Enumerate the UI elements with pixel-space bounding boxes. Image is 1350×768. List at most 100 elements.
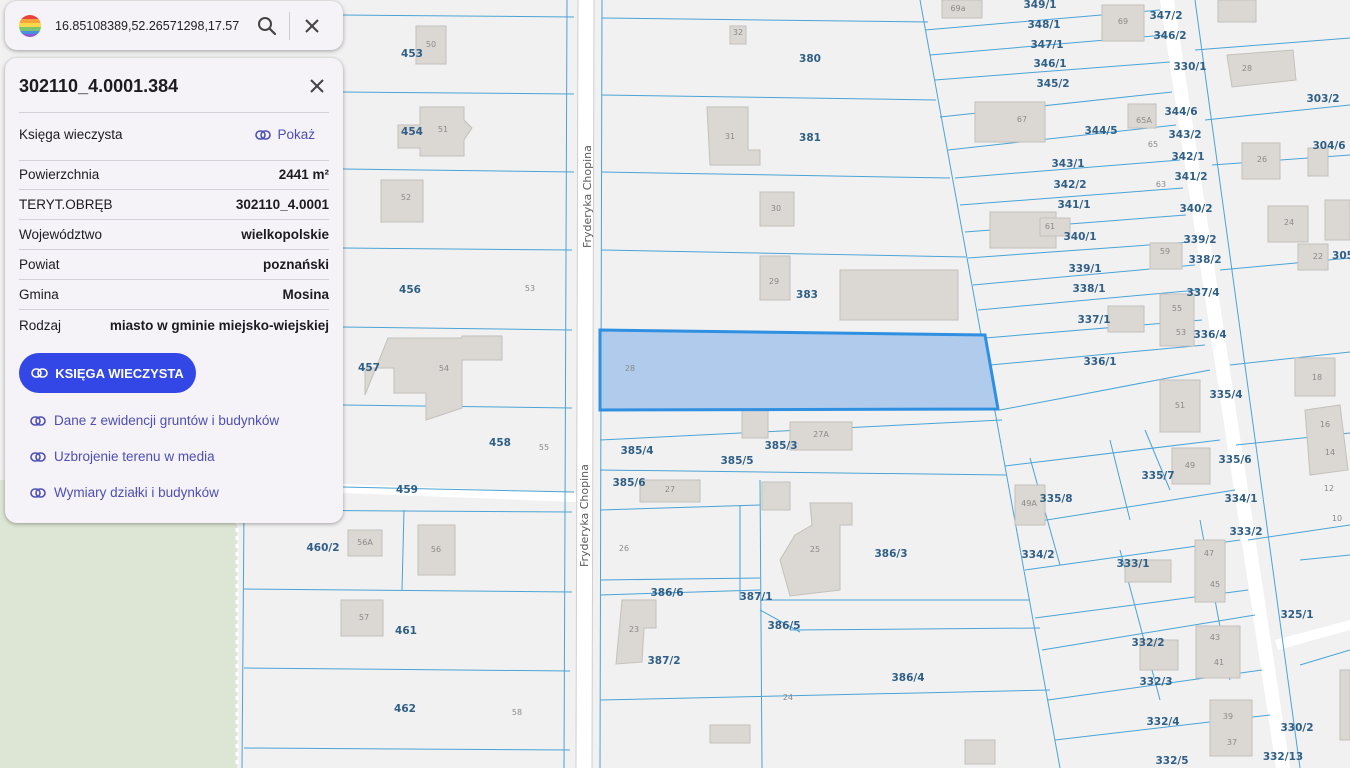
land-register-label: Księga wieczysta <box>19 127 123 142</box>
building-number-label: 30 <box>771 204 781 213</box>
property-row: Województwo wielkopolskie <box>19 220 329 250</box>
link-land-records[interactable]: Dane z ewidencji gruntów i budynków <box>30 413 279 428</box>
plot-number-label: 336/1 <box>1083 356 1116 368</box>
plot-number-label: 344/5 <box>1084 125 1117 137</box>
building-number-label: 26 <box>619 544 629 553</box>
plot-number-label: 335/6 <box>1218 454 1251 466</box>
close-panel-button[interactable] <box>303 72 331 100</box>
property-label: Powierzchnia <box>19 167 100 182</box>
property-row: TERYT.OBRĘB 302110_4.0001 <box>19 190 329 220</box>
plot-number-label: 385/5 <box>720 455 753 467</box>
building-number-label: 14 <box>1325 448 1335 457</box>
building-number-label: 27 <box>665 485 675 494</box>
property-row: Rodzaj miasto w gminie miejsko-wiejskiej <box>19 310 329 340</box>
plot-number-label: 459 <box>396 484 418 496</box>
plot-number-label: 334/2 <box>1021 549 1054 561</box>
plot-number-label: 339/2 <box>1183 234 1216 246</box>
building-number-label: 45 <box>1210 580 1220 589</box>
search-button[interactable] <box>245 1 289 50</box>
land-register-button[interactable]: KSIĘGA WIECZYSTA <box>19 353 196 393</box>
plot-number-label: 381 <box>799 132 821 144</box>
link-label: Wymiary działki i budynków <box>54 485 219 500</box>
plot-number-label: 386/5 <box>767 620 800 632</box>
plot-number-label: 303/2 <box>1306 93 1339 105</box>
property-row: Powiat poznański <box>19 250 329 280</box>
building-number-label: 41 <box>1214 658 1224 667</box>
building-number-label: 59 <box>1160 247 1170 256</box>
plot-number-label: 386/3 <box>874 548 907 560</box>
plot-number-label: 342/1 <box>1171 151 1204 163</box>
building-number-label: 49A <box>1021 499 1037 508</box>
property-row: Powierzchnia 2441 m² <box>19 160 329 190</box>
plot-number-label: 332/5 <box>1155 755 1188 767</box>
plot-number-label: 333/1 <box>1116 558 1149 570</box>
plot-number-label: 458 <box>489 437 511 449</box>
plot-number-label: 387/1 <box>739 591 772 603</box>
building-number-label: 32 <box>733 28 743 37</box>
selected-parcel[interactable] <box>598 328 1000 412</box>
plot-number-label: 338/1 <box>1072 283 1105 295</box>
plot-number-label: 336/4 <box>1193 329 1226 341</box>
building-number-label: 24 <box>1284 218 1294 227</box>
plot-number-label: 332/4 <box>1146 716 1179 728</box>
building-number-label: 51 <box>1175 401 1185 410</box>
plot-number-label: 344/6 <box>1164 106 1197 118</box>
parcel-title: 302110_4.0001.384 <box>19 76 179 96</box>
search-bar: 16.85108389,52.26571298,17.57 <box>5 1 343 50</box>
plot-number-label: 335/4 <box>1209 389 1242 401</box>
building-number-label: 25 <box>810 545 820 554</box>
building-number-label: 53 <box>525 284 535 293</box>
plot-number-label: 332/3 <box>1139 676 1172 688</box>
building-number-label: 18 <box>1312 373 1322 382</box>
coordinates-input[interactable]: 16.85108389,52.26571298,17.57 <box>55 19 245 33</box>
link-dimensions[interactable]: Wymiary działki i budynków <box>30 485 219 500</box>
plot-number-label: 325/1 <box>1280 609 1313 621</box>
property-value: wielkopolskie <box>241 227 329 242</box>
property-label: Województwo <box>19 227 103 242</box>
plot-number-label: 347/1 <box>1030 39 1063 51</box>
close-icon <box>305 18 319 33</box>
plot-number-label: 330/1 <box>1173 61 1206 73</box>
plot-number-label: 462 <box>394 703 416 715</box>
plot-number-label: 304/6 <box>1312 140 1345 152</box>
plot-number-label: 347/2 <box>1149 10 1182 22</box>
building-number-label: 63 <box>1156 180 1166 189</box>
plot-number-label: 338/2 <box>1188 254 1221 266</box>
building-number-label: 10 <box>1332 514 1342 523</box>
building-number-label: 37 <box>1227 738 1237 747</box>
building-number-label: 54 <box>439 364 449 373</box>
link-icon <box>30 451 46 462</box>
plot-number-label: 340/2 <box>1179 203 1212 215</box>
building-number-label: 69a <box>950 4 965 13</box>
building-number-label: 56A <box>357 538 373 547</box>
building-number-label: 26 <box>1257 155 1267 164</box>
building-number-label: 53 <box>1176 328 1186 337</box>
building-number-label: 55 <box>539 443 549 452</box>
building-number-label: 56 <box>431 545 441 554</box>
plot-number-label: 332/2 <box>1131 637 1164 649</box>
plot-number-label: 385/4 <box>620 445 653 457</box>
land-register-row: Księga wieczysta Pokaż <box>19 127 329 142</box>
building-number-label: 69 <box>1118 17 1128 26</box>
search-icon <box>258 16 277 35</box>
plot-number-label: 380 <box>799 53 821 65</box>
plot-number-label: 341/2 <box>1174 171 1207 183</box>
building-number-label: 49 <box>1185 461 1195 470</box>
link-utilities[interactable]: Uzbrojenie terenu w media <box>30 449 215 464</box>
building-number-label: 31 <box>725 132 735 141</box>
plot-number-label: 343/1 <box>1051 158 1084 170</box>
building-number-label: 55 <box>1172 304 1182 313</box>
plot-number-label: 335/7 <box>1141 470 1174 482</box>
parcel-info-panel: 302110_4.0001.384 Księga wieczysta Pokaż… <box>5 58 343 523</box>
building-number-label: 29 <box>769 277 779 286</box>
link-icon <box>31 368 49 378</box>
land-register-button-label: KSIĘGA WIECZYSTA <box>55 365 184 381</box>
link-icon <box>30 487 46 498</box>
clear-search-button[interactable] <box>290 1 334 50</box>
plot-number-label: 340/1 <box>1063 231 1096 243</box>
street-label-south: Fryderyka Chopina <box>578 464 591 567</box>
building-number-label: 51 <box>438 125 448 134</box>
building-number-label: 27A <box>813 430 829 439</box>
show-land-register-link[interactable]: Pokaż <box>255 127 315 142</box>
plot-number-label: 385/3 <box>764 440 797 452</box>
